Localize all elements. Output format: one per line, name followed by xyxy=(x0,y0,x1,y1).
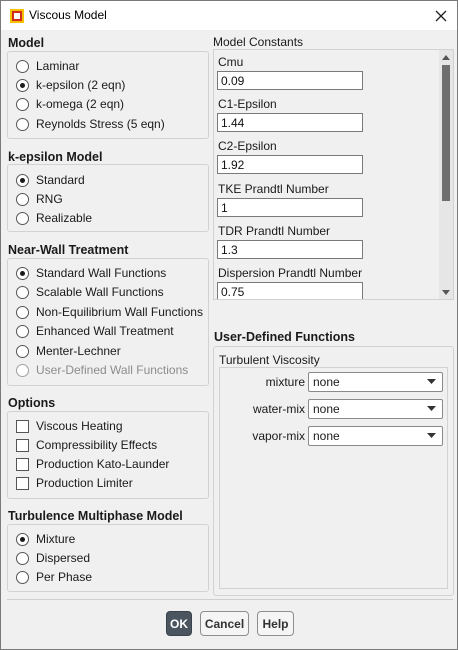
udf-label-water-mix: water-mix xyxy=(252,402,305,416)
checkbox-production-kato-launder[interactable]: Production Kato-Launder xyxy=(16,455,169,473)
chevron-down-icon xyxy=(427,406,436,411)
chevron-down-icon xyxy=(427,433,436,438)
model-constants-panel: Cmu C1-Epsilon C2-Epsilon TKE Prandtl Nu… xyxy=(213,49,454,300)
radio-reynolds-stress[interactable]: Reynolds Stress (5 eqn) xyxy=(16,115,165,133)
radio-button[interactable] xyxy=(16,97,29,111)
scroll-up-button[interactable] xyxy=(439,50,453,64)
ok-button[interactable]: OK xyxy=(166,611,192,636)
model-constants-scrollbar[interactable] xyxy=(439,50,453,299)
udf-select-mixture[interactable]: none xyxy=(308,372,443,392)
radio-scalable-wall-functions[interactable]: Scalable Wall Functions xyxy=(16,283,164,301)
triangle-down-icon xyxy=(442,289,450,295)
triangle-up-icon xyxy=(442,54,450,60)
radio-menter-lechner[interactable]: Menter-Lechner xyxy=(16,342,121,360)
udf-section-title: User-Defined Functions xyxy=(214,330,355,344)
udf-row-water-mix: water-mix none xyxy=(220,399,449,419)
radio-button-selected[interactable] xyxy=(16,78,29,92)
constant-label-tdr-prandtl: TDR Prandtl Number xyxy=(218,224,331,238)
model-group: Laminar k-epsilon (2 eqn) k-omega (2 eqn… xyxy=(7,51,209,139)
checkbox[interactable] xyxy=(16,419,29,433)
help-button[interactable]: Help xyxy=(257,611,294,636)
radio-realizable[interactable]: Realizable xyxy=(16,209,92,227)
title-bar: Viscous Model xyxy=(1,1,457,30)
scroll-down-button[interactable] xyxy=(439,285,453,299)
near-wall-group: Standard Wall Functions Scalable Wall Fu… xyxy=(7,258,209,386)
radio-button-selected[interactable] xyxy=(16,173,29,187)
radio-button-selected[interactable] xyxy=(16,532,29,546)
constant-label-c2-epsilon: C2-Epsilon xyxy=(218,139,277,153)
udf-row-mixture: mixture none xyxy=(220,372,449,392)
radio-button[interactable] xyxy=(16,192,29,206)
checkbox-compressibility-effects[interactable]: Compressibility Effects xyxy=(16,436,157,454)
k-epsilon-section-title: k-epsilon Model xyxy=(8,150,103,164)
radio-dispersed[interactable]: Dispersed xyxy=(16,549,90,567)
radio-mixture[interactable]: Mixture xyxy=(16,530,75,548)
constant-input-tdr-prandtl[interactable] xyxy=(217,240,363,259)
radio-button[interactable] xyxy=(16,59,29,73)
radio-button[interactable] xyxy=(16,344,29,358)
close-icon xyxy=(435,10,447,21)
model-section-title: Model xyxy=(8,36,45,50)
radio-rng[interactable]: RNG xyxy=(16,190,63,208)
radio-button[interactable] xyxy=(16,551,29,565)
radio-button[interactable] xyxy=(16,285,29,299)
constant-label-c1-epsilon: C1-Epsilon xyxy=(218,97,277,111)
constant-input-c2-epsilon[interactable] xyxy=(217,155,363,174)
udf-select-water-mix[interactable]: none xyxy=(308,399,443,419)
radio-non-equilibrium-wall-functions[interactable]: Non-Equilibrium Wall Functions xyxy=(16,303,203,321)
radio-standard[interactable]: Standard xyxy=(16,171,85,189)
radio-button[interactable] xyxy=(16,117,29,131)
checkbox[interactable] xyxy=(16,457,29,471)
scroll-thumb[interactable] xyxy=(442,65,450,201)
checkbox-viscous-heating[interactable]: Viscous Heating xyxy=(16,417,123,435)
viscous-model-dialog: Viscous Model Model Laminar k-epsilon (2… xyxy=(0,0,458,650)
udf-label-vapor-mix: vapor-mix xyxy=(252,429,305,443)
app-icon xyxy=(10,9,24,23)
close-button[interactable] xyxy=(425,1,457,30)
radio-button[interactable] xyxy=(16,324,29,338)
model-constants-title: Model Constants xyxy=(213,35,304,49)
window-title: Viscous Model xyxy=(29,8,107,22)
radio-k-omega[interactable]: k-omega (2 eqn) xyxy=(16,95,124,113)
radio-button[interactable] xyxy=(16,570,29,584)
k-epsilon-group: Standard RNG Realizable xyxy=(7,164,209,232)
options-section-title: Options xyxy=(8,396,56,410)
turbulent-viscosity-label: Turbulent Viscosity xyxy=(219,353,320,367)
constant-label-tke-prandtl: TKE Prandtl Number xyxy=(218,182,329,196)
udf-row-vapor-mix: vapor-mix none xyxy=(220,426,449,446)
radio-button[interactable] xyxy=(16,305,29,319)
constant-input-c1-epsilon[interactable] xyxy=(217,113,363,132)
radio-enhanced-wall-treatment[interactable]: Enhanced Wall Treatment xyxy=(16,322,174,340)
radio-standard-wall-functions[interactable]: Standard Wall Functions xyxy=(16,264,166,282)
options-group: Viscous Heating Compressibility Effects … xyxy=(7,411,209,499)
radio-button-disabled xyxy=(16,363,29,377)
turbulent-viscosity-panel: mixture none water-mix none vapor-mix no… xyxy=(219,367,448,589)
checkbox-production-limiter[interactable]: Production Limiter xyxy=(16,474,133,492)
cancel-button[interactable]: Cancel xyxy=(200,611,249,636)
radio-button-selected[interactable] xyxy=(16,266,29,280)
multiphase-section-title: Turbulence Multiphase Model xyxy=(8,509,183,523)
near-wall-section-title: Near-Wall Treatment xyxy=(8,243,129,257)
constant-label-cmu: Cmu xyxy=(218,55,244,69)
udf-select-vapor-mix[interactable]: none xyxy=(308,426,443,446)
udf-group: Turbulent Viscosity mixture none water-m… xyxy=(213,346,454,596)
radio-per-phase[interactable]: Per Phase xyxy=(16,568,92,586)
constant-input-dispersion-prandtl[interactable] xyxy=(217,282,363,299)
constant-label-dispersion-prandtl: Dispersion Prandtl Number xyxy=(218,266,363,280)
constant-input-cmu[interactable] xyxy=(217,71,363,90)
checkbox[interactable] xyxy=(16,438,29,452)
udf-label-mixture: mixture xyxy=(265,375,305,389)
constant-input-tke-prandtl[interactable] xyxy=(217,198,363,217)
divider xyxy=(7,599,453,600)
radio-user-defined-wall-functions: User-Defined Wall Functions xyxy=(16,361,188,379)
checkbox[interactable] xyxy=(16,476,29,490)
radio-button[interactable] xyxy=(16,211,29,225)
radio-laminar[interactable]: Laminar xyxy=(16,57,79,75)
radio-k-epsilon[interactable]: k-epsilon (2 eqn) xyxy=(16,76,125,94)
multiphase-group: Mixture Dispersed Per Phase xyxy=(7,524,209,592)
chevron-down-icon xyxy=(427,379,436,384)
